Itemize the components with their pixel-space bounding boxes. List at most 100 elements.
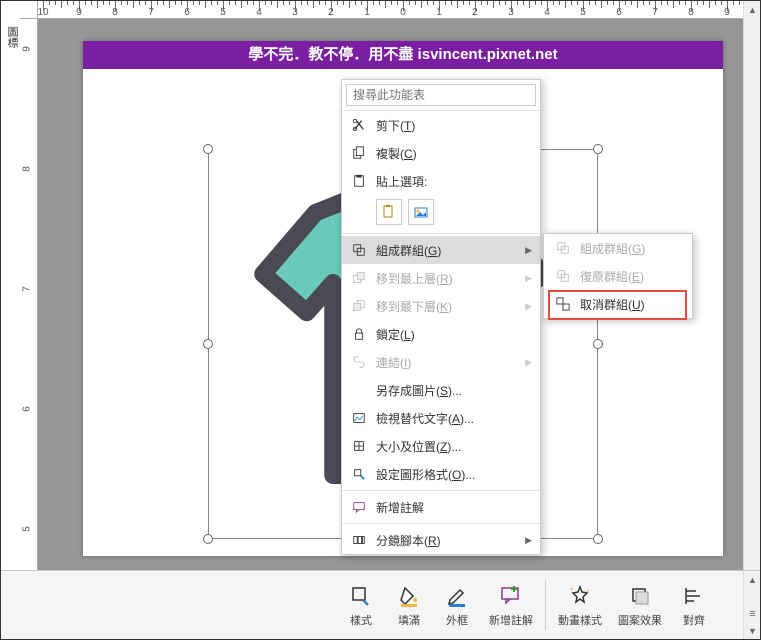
effect-icon	[626, 582, 654, 610]
comment-icon	[497, 582, 525, 610]
menu-lock[interactable]: 鎖定(L)	[342, 320, 540, 348]
paste-icon	[350, 173, 368, 189]
menu-paste-label: 貼上選項:	[342, 167, 540, 195]
tb-label: 對齊	[683, 612, 705, 628]
ungroup-icon	[554, 296, 572, 312]
submenu-regroup[interactable]: 復原群組(E)	[544, 262, 692, 290]
scroll-up-icon[interactable]: ▲	[744, 1, 761, 18]
menu-label: 組成群組(G)	[580, 240, 645, 257]
submenu-arrow-icon: ▶	[525, 535, 532, 546]
tb-comment[interactable]: 新增註解	[481, 575, 541, 635]
menu-label: 另存成圖片(S)...	[376, 382, 462, 399]
menu-size-position[interactable]: 大小及位置(Z)...	[342, 432, 540, 460]
menu-label: 新增註解	[376, 499, 424, 516]
paste-options	[342, 195, 540, 231]
submenu-arrow-icon: ▶	[525, 357, 532, 368]
format-icon	[350, 466, 368, 482]
menu-label: 取消群組(U)	[580, 296, 645, 313]
submenu-arrow-icon: ▶	[525, 245, 532, 256]
align-icon	[680, 582, 708, 610]
tb-label: 圖案效果	[618, 612, 662, 628]
tb-label: 樣式	[350, 612, 372, 628]
tb-label: 動畫樣式	[558, 612, 602, 628]
tb-effect[interactable]: 圖案效果	[610, 575, 670, 635]
resize-handle[interactable]	[203, 339, 213, 349]
menu-group[interactable]: 組成群組(G) ▶	[342, 236, 540, 264]
lock-icon	[350, 326, 368, 342]
menu-label: 分鏡腳本(R)	[376, 532, 441, 549]
resize-handle[interactable]	[203, 534, 213, 544]
send-back-icon	[350, 298, 368, 314]
menu-bring-front[interactable]: 移到最上層(R) ▶	[342, 264, 540, 292]
outline-icon	[443, 582, 471, 610]
resize-handle[interactable]	[593, 339, 603, 349]
submenu-arrow-icon: ▶	[525, 301, 532, 312]
menu-label: 剪下(T)	[376, 117, 415, 134]
menu-label: 設定圖形格式(O)...	[376, 466, 475, 483]
paste-option-2[interactable]	[408, 199, 434, 225]
animation-icon	[566, 582, 594, 610]
comment-icon	[350, 499, 368, 515]
link-icon	[350, 354, 368, 370]
resize-handle[interactable]	[203, 144, 213, 154]
copy-icon	[350, 145, 368, 161]
cut-icon	[350, 117, 368, 133]
vertical-label: 圖標	[2, 23, 20, 48]
tb-outline[interactable]: 外框	[433, 575, 481, 635]
paste-option-1[interactable]	[376, 199, 402, 225]
ruler-vertical: 98765	[20, 19, 38, 570]
context-menu: 剪下(T) 複製(C) 貼上選項: 組成群組(G) ▶ 移到最上層(R) ▶ 移…	[341, 79, 541, 555]
nav-down-icon[interactable]: ▼	[744, 622, 761, 639]
nav-scroll[interactable]: ▲ ≡ ▼	[743, 570, 760, 639]
menu-label: 複製(C)	[376, 145, 417, 162]
banner-text: 學不完．教不停．用不盡 isvincent.pixnet.net	[83, 41, 723, 69]
resize-handle[interactable]	[593, 144, 603, 154]
bring-front-icon	[350, 270, 368, 286]
menu-format-shape[interactable]: 設定圖形格式(O)...	[342, 460, 540, 488]
menu-label: 連結(I)	[376, 354, 411, 371]
menu-cut[interactable]: 剪下(T)	[342, 111, 540, 139]
group-submenu: 組成群組(G) 復原群組(E) 取消群組(U)	[543, 233, 693, 319]
tb-align[interactable]: 對齊	[670, 575, 718, 635]
group-icon	[350, 242, 368, 258]
tb-fill[interactable]: 填滿	[385, 575, 433, 635]
style-icon	[347, 582, 375, 610]
storyboard-icon	[350, 532, 368, 548]
menu-copy[interactable]: 複製(C)	[342, 139, 540, 167]
nav-menu-icon[interactable]: ≡	[744, 605, 761, 622]
search-input[interactable]	[346, 84, 536, 106]
menu-label: 復原群組(E)	[580, 268, 644, 285]
menu-label: 貼上選項:	[376, 173, 427, 190]
menu-label: 檢視替代文字(A)...	[376, 410, 474, 427]
tb-label: 外框	[446, 612, 468, 628]
mini-toolbar: 樣式 填滿 外框 新增註解 動畫樣式 圖案效果 對齊	[1, 570, 760, 639]
fill-icon	[395, 582, 423, 610]
tb-label: 新增註解	[489, 612, 533, 628]
menu-new-comment[interactable]: 新增註解	[342, 493, 540, 521]
tb-style[interactable]: 樣式	[337, 575, 385, 635]
submenu-ungroup[interactable]: 取消群組(U)	[544, 290, 692, 318]
tb-animation[interactable]: 動畫樣式	[550, 575, 610, 635]
tb-label: 填滿	[398, 612, 420, 628]
scrollbar-vertical[interactable]: ▲	[743, 1, 760, 570]
menu-storyboard[interactable]: 分鏡腳本(R) ▶	[342, 526, 540, 554]
submenu-arrow-icon: ▶	[525, 273, 532, 284]
menu-link[interactable]: 連結(I) ▶	[342, 348, 540, 376]
menu-label: 大小及位置(Z)...	[376, 438, 461, 455]
ruler-horizontal: 109876543210123456789	[38, 1, 743, 19]
resize-handle[interactable]	[593, 534, 603, 544]
menu-search[interactable]	[342, 80, 540, 111]
menu-label: 移到最下層(K)	[376, 298, 452, 315]
nav-up-icon[interactable]: ▲	[744, 571, 761, 588]
ruler-corner	[20, 1, 38, 19]
alt-text-icon	[350, 410, 368, 426]
size-icon	[350, 438, 368, 454]
menu-alt-text[interactable]: 檢視替代文字(A)...	[342, 404, 540, 432]
menu-save-picture[interactable]: 另存成圖片(S)...	[342, 376, 540, 404]
menu-label: 鎖定(L)	[376, 326, 415, 343]
group-icon	[554, 240, 572, 256]
submenu-group[interactable]: 組成群組(G)	[544, 234, 692, 262]
menu-send-back[interactable]: 移到最下層(K) ▶	[342, 292, 540, 320]
regroup-icon	[554, 268, 572, 284]
menu-label: 組成群組(G)	[376, 242, 441, 259]
